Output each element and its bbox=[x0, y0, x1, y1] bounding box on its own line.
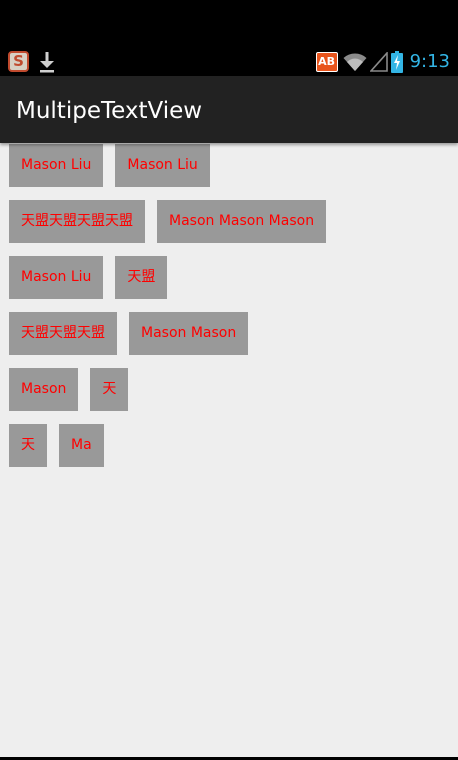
tag-content-area: Mason Liu Mason Liu 天盟天盟天盟天盟 Mason Mason… bbox=[0, 143, 458, 760]
tag-row: 天 Ma bbox=[9, 424, 104, 467]
tag-row: Mason Liu 天盟 bbox=[9, 256, 168, 299]
status-clock: 9:13 bbox=[409, 51, 450, 72]
tag-item[interactable]: Mason bbox=[9, 368, 79, 411]
sogou-glyph: S bbox=[13, 52, 24, 70]
tag-item[interactable]: 天盟天盟天盟 bbox=[9, 312, 117, 355]
sogou-icon: S bbox=[8, 51, 29, 72]
tag-row: 天盟天盟天盟 Mason Mason bbox=[9, 312, 249, 355]
download-icon bbox=[40, 52, 54, 73]
tag-item[interactable]: 天 bbox=[9, 424, 47, 467]
tag-item[interactable]: Ma bbox=[59, 424, 104, 467]
tag-item[interactable]: 天 bbox=[90, 368, 129, 411]
app-title: MultipeTextView bbox=[16, 98, 203, 124]
tag-item[interactable]: Mason Liu bbox=[115, 144, 210, 187]
battery-charging-icon bbox=[390, 51, 403, 73]
tag-item[interactable]: 天盟天盟天盟天盟 bbox=[9, 200, 145, 243]
tag-item[interactable]: Mason Liu bbox=[9, 256, 104, 299]
signal-icon bbox=[369, 52, 388, 72]
tag-item[interactable]: Mason Mason Mason bbox=[157, 200, 327, 243]
status-bar: S AB 9:13 bbox=[0, 48, 458, 76]
wifi-icon bbox=[343, 53, 367, 71]
tag-item[interactable]: 天盟 bbox=[115, 256, 168, 299]
ab-badge-icon: AB bbox=[315, 52, 338, 72]
phone-screen: S AB 9:13 MultipeTextView Mason Liu Maso… bbox=[0, 0, 458, 760]
tag-item[interactable]: Mason Mason bbox=[129, 312, 249, 355]
status-right-group: AB 9:13 bbox=[315, 48, 450, 76]
tag-row: 天盟天盟天盟天盟 Mason Mason Mason bbox=[9, 200, 327, 243]
tag-item[interactable]: Mason Liu bbox=[9, 144, 104, 187]
tag-row: Mason Liu Mason Liu bbox=[9, 144, 210, 187]
tag-row: Mason 天 bbox=[9, 368, 129, 411]
action-bar: MultipeTextView bbox=[0, 76, 458, 143]
